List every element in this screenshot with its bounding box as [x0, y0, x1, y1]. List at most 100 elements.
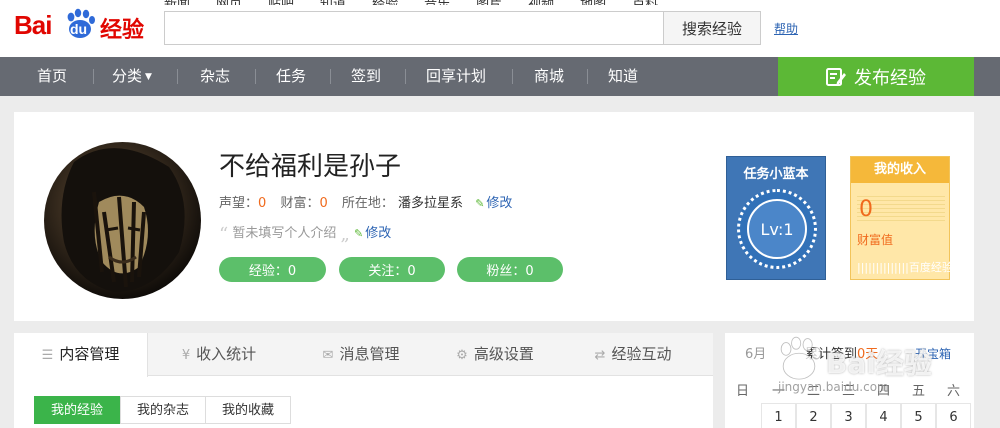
- nav-item-home[interactable]: 首页: [37, 57, 67, 96]
- publish-button[interactable]: 发布经验: [778, 57, 974, 96]
- logo-jingyan-text: 经验: [100, 18, 145, 43]
- income-card[interactable]: 我的收入 0 财富值 ||||||||||||||百度经验: [850, 156, 953, 280]
- top-nav-item[interactable]: 经验: [372, 0, 398, 5]
- income-value: 0: [859, 197, 873, 222]
- tab-advanced-settings-label: 高级设置: [473, 345, 534, 363]
- experience-count-pill[interactable]: 经验：0: [219, 257, 326, 282]
- calendar-month: 6月: [745, 347, 767, 362]
- envelope-icon: ✉: [322, 348, 334, 363]
- calendar-day[interactable]: 6: [936, 403, 971, 428]
- nav-item-checkin[interactable]: 签到: [351, 57, 381, 96]
- nav-item-share-plan[interactable]: 回享计划: [426, 57, 486, 96]
- top-nav-item[interactable]: 贴吧: [268, 0, 294, 5]
- tab-content-management[interactable]: ☰ 内容管理: [14, 333, 148, 377]
- weekday-label: 日: [735, 384, 749, 399]
- calendar-day[interactable]: 4: [866, 403, 901, 428]
- chevron-down-icon: ▼: [145, 72, 152, 82]
- edit-intro-link[interactable]: 修改: [365, 226, 391, 241]
- main-nav: 首页 分类 ▼ 杂志 任务 签到 回享计划 商城 知道 发布经验: [0, 57, 1000, 96]
- avatar-portrait-image: [61, 148, 185, 292]
- weekday-label: 四: [876, 384, 890, 399]
- tab-experience-interaction[interactable]: ⇄ 经验互动: [568, 333, 698, 376]
- nav-divider: [177, 69, 178, 84]
- wealth-value: 0: [319, 196, 328, 211]
- nav-item-zhidao[interactable]: 知道: [608, 57, 638, 96]
- fans-count-pill[interactable]: 粉丝：0: [457, 257, 563, 282]
- open-quote-icon: “: [219, 224, 229, 245]
- nav-divider: [330, 69, 331, 84]
- tab-experience-interaction-label: 经验互动: [611, 345, 672, 363]
- nav-item-category-label: 分类: [112, 67, 143, 85]
- nav-divider: [255, 69, 256, 84]
- subtab-my-magazines[interactable]: 我的杂志: [120, 396, 206, 424]
- edit-document-icon: [826, 67, 846, 86]
- gear-icon: ⚙: [456, 348, 468, 363]
- weekday-label: 三: [841, 384, 855, 399]
- open-treasure-box-link[interactable]: 开宝箱: [915, 333, 951, 376]
- income-footer: ||||||||||||||百度经验: [857, 261, 953, 274]
- baidu-jingyan-logo[interactable]: Bai du 经验: [14, 8, 154, 43]
- yen-icon: ¥: [181, 348, 191, 363]
- weekday-label: 五: [911, 384, 925, 399]
- nav-item-category[interactable]: 分类 ▼: [112, 57, 152, 96]
- logo-bai-text: Bai: [14, 10, 52, 40]
- profile-username: 不给福利是孙子: [219, 152, 402, 182]
- nav-item-mall[interactable]: 商城: [534, 57, 564, 96]
- top-nav-item[interactable]: 地图: [580, 0, 606, 5]
- checkin-count: 累计签到0天: [805, 333, 878, 376]
- income-label: 财富值: [857, 233, 894, 247]
- weekday-label: 一: [771, 384, 785, 399]
- top-nav-item[interactable]: 百科: [632, 0, 658, 5]
- close-quote-icon: „: [340, 224, 350, 245]
- tab-income-stats[interactable]: ¥ 收入统计: [154, 333, 284, 376]
- content-panel: ☰ 内容管理 ¥ 收入统计 ✉ 消息管理 ⚙ 高级设置 ⇄ 经验互动 我的经验 我的杂志 …: [14, 333, 713, 428]
- nav-divider: [587, 69, 588, 84]
- search-input[interactable]: [164, 11, 664, 45]
- top-nav-item[interactable]: 知道: [320, 0, 346, 5]
- nav-item-magazine[interactable]: 杂志: [200, 57, 230, 96]
- top-nav-item[interactable]: 新闻: [164, 0, 190, 5]
- nav-divider: [512, 69, 513, 84]
- subtab-my-favorites[interactable]: 我的收藏: [205, 396, 291, 424]
- tab-advanced-settings[interactable]: ⚙ 高级设置: [430, 333, 560, 376]
- calendar-header: 6月 累计签到0天 开宝箱: [725, 333, 974, 376]
- tab-content-management-label: 内容管理: [59, 345, 120, 363]
- profile-intro: “ 暂未填写个人介绍 „ ✎ 修改: [219, 222, 391, 245]
- following-count-pill[interactable]: 关注：0: [339, 257, 445, 282]
- publish-button-label: 发布经验: [854, 67, 926, 89]
- logo-du-text: du: [70, 21, 88, 37]
- calendar-day[interactable]: 3: [831, 403, 866, 428]
- weekday-label: 六: [946, 384, 960, 399]
- calendar-day-empty: [725, 403, 760, 428]
- wealth-label: 财富：: [280, 196, 320, 211]
- search-button[interactable]: 搜索经验: [663, 11, 761, 45]
- weekday-label: 二: [806, 384, 820, 399]
- calendar-day[interactable]: 2: [796, 403, 831, 428]
- reputation-label: 声望：: [219, 196, 259, 211]
- level-value: Lv:1: [747, 199, 807, 259]
- subtab-my-experiences[interactable]: 我的经验: [34, 396, 120, 424]
- tab-message-management[interactable]: ✉ 消息管理: [296, 333, 426, 376]
- top-nav-item[interactable]: 图片: [476, 0, 502, 5]
- top-nav-item[interactable]: 网页: [216, 0, 242, 5]
- help-link[interactable]: 帮助: [774, 20, 798, 37]
- nav-item-tasks[interactable]: 任务: [276, 57, 306, 96]
- reputation-value: 0: [258, 196, 267, 211]
- task-booklet-card[interactable]: 任务小蓝本 Lv:1: [726, 156, 826, 280]
- location-label: 所在地：: [341, 196, 394, 211]
- calendar-day[interactable]: 1: [761, 403, 796, 428]
- tab-income-stats-label: 收入统计: [196, 345, 257, 363]
- calendar-day[interactable]: 5: [901, 403, 936, 428]
- top-nav-item[interactable]: 视频: [528, 0, 554, 5]
- pencil-icon: ✎: [475, 197, 485, 210]
- pencil-icon: ✎: [353, 227, 364, 240]
- content-tabs: ☰ 内容管理 ¥ 收入统计 ✉ 消息管理 ⚙ 高级设置 ⇄ 经验互动: [14, 333, 713, 377]
- income-card-title: 我的收入: [851, 157, 949, 183]
- edit-location-link[interactable]: 修改: [486, 196, 512, 211]
- checkin-count-label: 累计签到: [805, 347, 858, 362]
- profile-stats: 声望：0 财富：0 所在地： 潘多拉星系 ✎ 修改: [219, 192, 512, 211]
- top-nav-item[interactable]: 音乐: [424, 0, 450, 5]
- checkin-calendar: 6月 累计签到0天 开宝箱 日 一 二 三 四 五 六 1 2 3 4 5 6: [725, 333, 974, 428]
- checkin-count-days: 0天: [857, 347, 879, 362]
- avatar[interactable]: [44, 142, 201, 299]
